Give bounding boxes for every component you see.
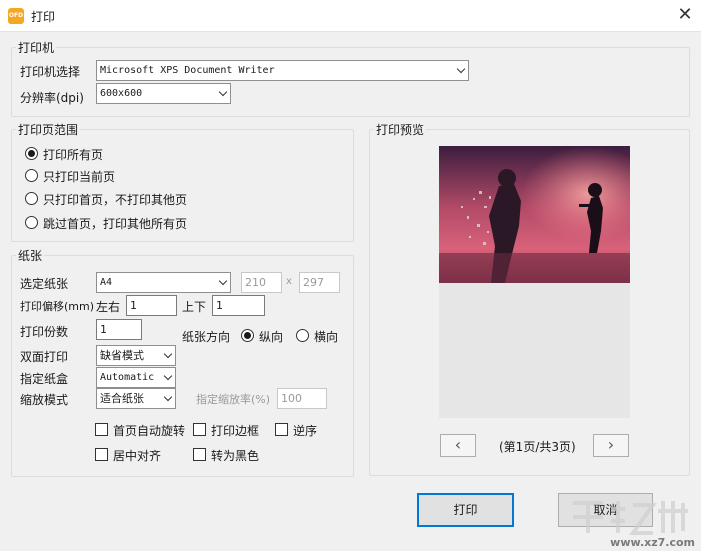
duplex-label: 双面打印 xyxy=(20,350,69,364)
chevron-down-icon xyxy=(456,64,466,74)
scale-value: 适合纸张 xyxy=(100,392,144,405)
resolution-label: 分辨率(dpi) xyxy=(20,91,84,105)
paper-size-label: 选定纸张 xyxy=(20,277,69,291)
portrait-label: 纵向 xyxy=(259,330,284,344)
app-icon: OFD xyxy=(8,8,24,24)
to-black-checkbox[interactable] xyxy=(193,448,206,461)
radio-button[interactable] xyxy=(241,329,254,342)
center-label: 居中对齐 xyxy=(113,449,162,463)
orientation-portrait[interactable]: 纵向 xyxy=(241,328,291,344)
duplex-value: 缺省模式 xyxy=(100,349,144,362)
reverse-label: 逆序 xyxy=(293,424,318,438)
printer-group: 打印机 xyxy=(11,39,690,117)
radio-button[interactable] xyxy=(296,329,309,342)
paper-group-label: 纸张 xyxy=(16,247,45,264)
paper-size-value: A4 xyxy=(100,277,113,288)
resolution-select-value: 600x600 xyxy=(100,88,143,99)
offset-ud-input[interactable]: 1 xyxy=(212,295,265,316)
watermark-text: www.xz7.com xyxy=(610,536,695,549)
paper-size-select[interactable]: A4 xyxy=(96,272,231,293)
scale-label: 缩放模式 xyxy=(20,393,69,407)
page-range-group-label: 打印页范围 xyxy=(16,121,81,138)
offset-lr-label: 左右 xyxy=(96,300,121,314)
size-separator: x xyxy=(286,276,292,287)
preview-image xyxy=(439,146,630,283)
range-option-skip-first[interactable]: 跳过首页，打印其他所有页 xyxy=(25,215,245,231)
auto-rotate-label: 首页自动旋转 xyxy=(113,424,186,438)
range-option-label: 只打印当前页 xyxy=(43,170,116,184)
preview-artwork xyxy=(439,146,630,283)
offset-label: 打印偏移(mm) xyxy=(20,300,95,313)
zoom-input[interactable]: 100 xyxy=(277,388,327,409)
print-button[interactable]: 打印 xyxy=(417,493,514,527)
orientation-label: 纸张方向 xyxy=(182,330,231,344)
range-option-first-only[interactable]: 只打印首页，不打印其他页 xyxy=(25,191,245,207)
duplex-select[interactable]: 缺省模式 xyxy=(96,345,176,366)
prev-page-button[interactable]: ‹ xyxy=(440,434,476,457)
to-black-label: 转为黑色 xyxy=(211,449,260,463)
printer-group-label: 打印机 xyxy=(16,39,57,56)
paper-width-input[interactable]: 210 xyxy=(241,272,282,293)
next-page-button[interactable]: › xyxy=(593,434,629,457)
print-border-label: 打印边框 xyxy=(211,424,260,438)
tray-select[interactable]: Automatic xyxy=(96,367,176,388)
print-border-checkbox[interactable] xyxy=(193,423,206,436)
range-option-all[interactable]: 打印所有页 xyxy=(25,146,225,162)
chevron-down-icon xyxy=(163,392,173,402)
printer-select-value: Microsoft XPS Document Writer xyxy=(100,65,275,76)
tray-label: 指定纸盒 xyxy=(20,372,69,386)
range-option-label: 只打印首页，不打印其他页 xyxy=(43,193,188,207)
window-title: 打印 xyxy=(31,10,56,24)
chevron-down-icon xyxy=(163,371,173,381)
zoom-label: 指定缩放率(%) xyxy=(196,393,271,406)
page-info: (第1页/共3页) xyxy=(499,440,576,454)
range-option-current[interactable]: 只打印当前页 xyxy=(25,168,225,184)
offset-lr-input[interactable]: 1 xyxy=(126,295,177,316)
offset-ud-label: 上下 xyxy=(182,300,207,314)
resolution-select[interactable]: 600x600 xyxy=(96,83,231,104)
chevron-down-icon xyxy=(218,276,228,286)
copies-label: 打印份数 xyxy=(20,325,69,339)
chevron-down-icon xyxy=(218,87,228,97)
preview-page xyxy=(439,146,630,418)
title-bar: OFD 打印 ✕ xyxy=(0,0,701,32)
range-option-label: 打印所有页 xyxy=(43,148,104,162)
scale-select[interactable]: 适合纸张 xyxy=(96,388,176,409)
orientation-landscape[interactable]: 横向 xyxy=(296,328,346,344)
chevron-down-icon xyxy=(163,349,173,359)
watermark-logo xyxy=(573,501,688,535)
range-option-label: 跳过首页，打印其他所有页 xyxy=(43,217,188,231)
radio-button[interactable] xyxy=(25,216,38,229)
paper-height-input[interactable]: 297 xyxy=(299,272,340,293)
close-button[interactable]: ✕ xyxy=(669,0,701,32)
center-checkbox[interactable] xyxy=(95,448,108,461)
radio-button[interactable] xyxy=(25,147,38,160)
landscape-label: 横向 xyxy=(314,330,339,344)
tray-value: Automatic xyxy=(100,372,155,383)
copies-input[interactable]: 1 xyxy=(96,319,142,340)
auto-rotate-checkbox[interactable] xyxy=(95,423,108,436)
printer-select-label: 打印机选择 xyxy=(20,65,81,79)
printer-select[interactable]: Microsoft XPS Document Writer xyxy=(96,60,469,81)
preview-group-label: 打印预览 xyxy=(374,121,427,138)
radio-button[interactable] xyxy=(25,192,38,205)
radio-button[interactable] xyxy=(25,169,38,182)
reverse-checkbox[interactable] xyxy=(275,423,288,436)
